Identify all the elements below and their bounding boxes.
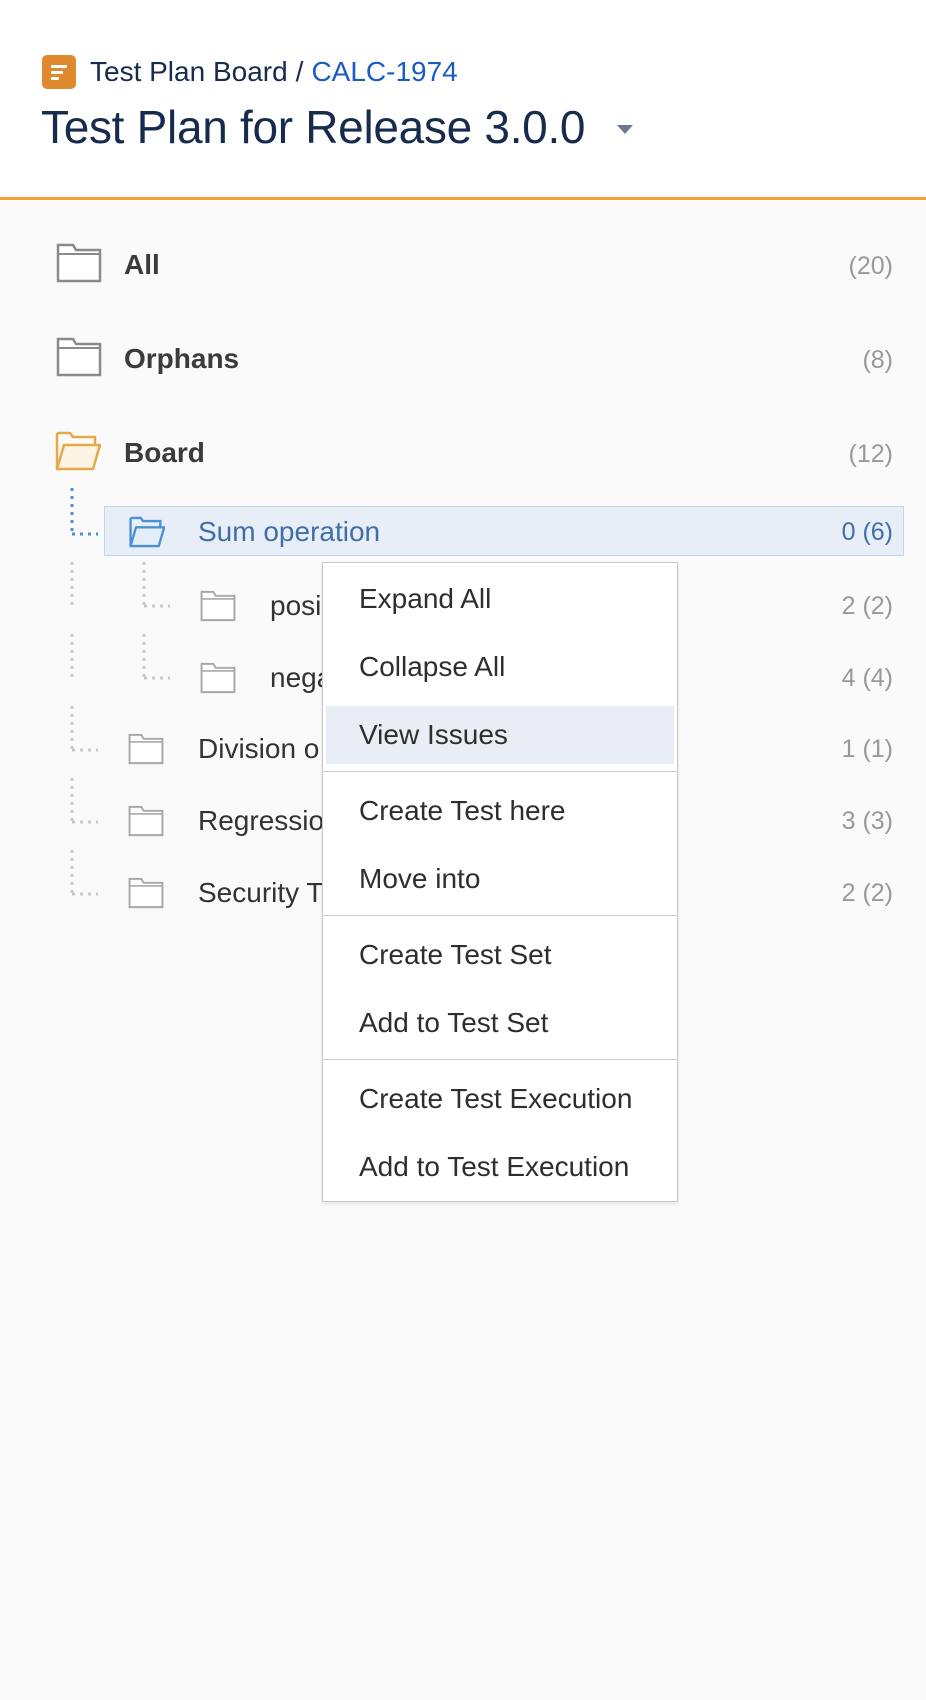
tree-item-label: Sum operation (198, 516, 381, 547)
tree-item-count: 1 (1) (841, 735, 893, 763)
menu-item-create-test-set[interactable]: Create Test Set (326, 926, 674, 984)
folder-icon (128, 733, 164, 765)
menu-item-collapse-all[interactable]: Collapse All (326, 638, 674, 696)
page-header: Test Plan Board / CALC-1974 Test Plan fo… (0, 0, 926, 200)
breadcrumb: Test Plan Board / CALC-1974 (42, 55, 458, 89)
tree-item-label: posi (270, 590, 322, 621)
tree-item-count: 4 (4) (841, 664, 893, 692)
tree-item-board[interactable]: Board (12) (0, 431, 926, 481)
folder-icon (56, 337, 102, 377)
folder-icon (200, 662, 236, 694)
menu-item-create-test-here[interactable]: Create Test here (326, 782, 674, 840)
tree-item-count: 2 (2) (841, 592, 893, 620)
tree-item-count: 3 (3) (841, 807, 893, 835)
breadcrumb-issue-key[interactable]: CALC-1974 (311, 56, 457, 88)
chevron-down-icon[interactable] (617, 125, 633, 134)
tree-item-label: Regressio (198, 805, 325, 836)
tree-item-label: Security T (198, 877, 324, 908)
folder-open-icon (129, 516, 165, 548)
menu-item-add-to-test-set[interactable]: Add to Test Set (326, 994, 674, 1052)
breadcrumb-separator: / (295, 56, 304, 87)
tree-item-count: 0 (6) (841, 518, 893, 546)
tree-item-count: (12) (848, 440, 893, 468)
tree-item-label: Board (124, 437, 205, 468)
menu-separator (323, 1059, 677, 1060)
tree-item-count: 2 (2) (841, 879, 893, 907)
menu-separator (323, 771, 677, 772)
folder-icon (56, 243, 102, 283)
folder-open-icon (55, 431, 101, 471)
menu-item-view-issues[interactable]: View Issues (326, 706, 674, 764)
menu-item-move-into[interactable]: Move into (326, 850, 674, 908)
tree-item-orphans[interactable]: Orphans (8) (0, 337, 926, 387)
folder-icon (128, 805, 164, 837)
breadcrumb-project[interactable]: Test Plan Board (90, 56, 288, 88)
tree-item-label: All (124, 249, 160, 280)
tree-item-sum-operation[interactable]: Sum operation 0 (6) (0, 516, 926, 556)
folder-icon (200, 590, 236, 622)
tree-item-all[interactable]: All (20) (0, 243, 926, 293)
menu-item-add-to-test-execution[interactable]: Add to Test Execution (326, 1138, 674, 1196)
test-plan-icon (42, 55, 76, 89)
tree-item-count: (8) (862, 346, 893, 374)
page-title: Test Plan for Release 3.0.0 (41, 101, 586, 153)
tree-item-label: Orphans (124, 343, 240, 374)
context-menu: Expand All Collapse All View Issues Crea… (322, 562, 678, 1202)
menu-separator (323, 915, 677, 916)
menu-item-create-test-execution[interactable]: Create Test Execution (326, 1070, 674, 1128)
tree-item-label: Division o (198, 733, 320, 764)
folder-icon (128, 877, 164, 909)
tree-item-count: (20) (848, 252, 893, 280)
menu-item-expand-all[interactable]: Expand All (326, 570, 674, 628)
